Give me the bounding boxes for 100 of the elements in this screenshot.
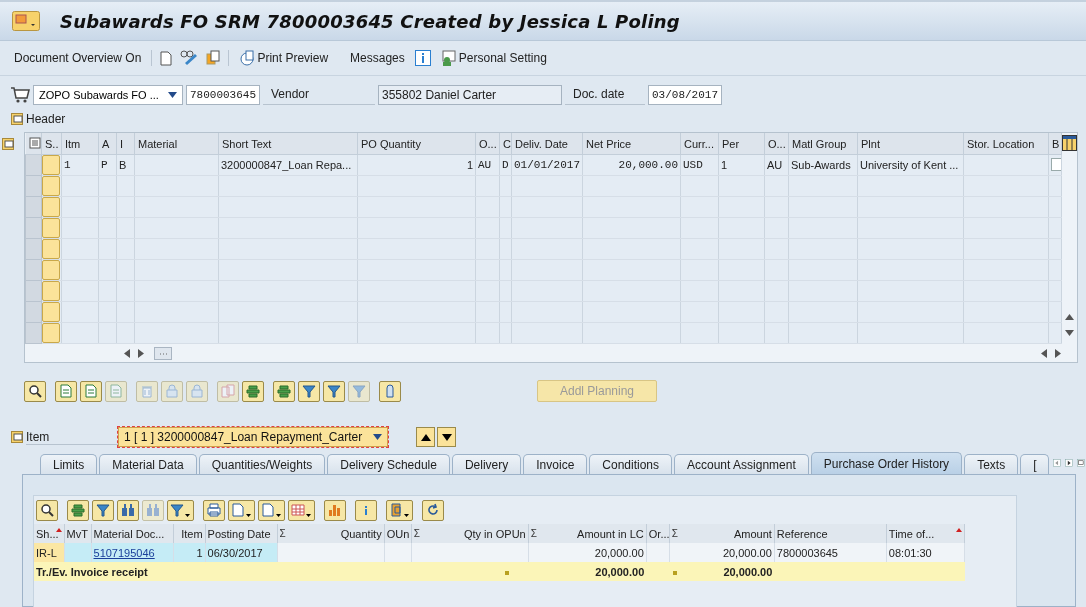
bars-tool-button[interactable] bbox=[242, 380, 264, 402]
print-preview-button[interactable]: Print Preview bbox=[237, 50, 331, 66]
column-header[interactable]: Net Price bbox=[582, 133, 681, 155]
collapse-icon[interactable] bbox=[11, 431, 23, 443]
grid-tool-button[interactable] bbox=[288, 499, 315, 521]
scroll-right-icon[interactable] bbox=[138, 348, 144, 358]
column-header[interactable]: Posting Date bbox=[205, 524, 278, 543]
tab[interactable]: [ bbox=[1020, 454, 1050, 474]
info-tool-button[interactable] bbox=[355, 499, 377, 521]
tab[interactable]: Material Data bbox=[99, 454, 197, 474]
column-header[interactable]: Per bbox=[718, 133, 765, 155]
table-cell: IR-L bbox=[34, 543, 64, 562]
copy-icon[interactable] bbox=[206, 50, 221, 66]
scroll-down-icon[interactable] bbox=[1065, 330, 1074, 336]
lock-icon bbox=[190, 384, 204, 398]
doc-tool-button[interactable] bbox=[258, 499, 285, 521]
doc-tool-button[interactable] bbox=[228, 499, 255, 521]
column-header[interactable]: OUn bbox=[384, 524, 412, 543]
column-header[interactable]: Short Text bbox=[218, 133, 358, 155]
app-menu-icon[interactable] bbox=[12, 11, 40, 31]
column-header[interactable]: Itm bbox=[61, 133, 99, 155]
column-header[interactable]: Reference bbox=[774, 524, 887, 543]
vendor-field[interactable]: 355802 Daniel Carter bbox=[378, 85, 562, 105]
doc-date-field[interactable]: 03/08/2017 bbox=[648, 85, 722, 105]
tab[interactable]: Texts bbox=[964, 454, 1019, 474]
chart-tool-button[interactable] bbox=[324, 499, 346, 521]
column-header[interactable]: PO Quantity bbox=[357, 133, 476, 155]
column-header[interactable]: Sh... bbox=[34, 524, 64, 543]
column-header[interactable]: MvT bbox=[64, 524, 91, 543]
total-amount-lc: 20,000.00 bbox=[528, 562, 647, 581]
tab[interactable]: Account Assignment bbox=[674, 454, 809, 474]
info-icon[interactable] bbox=[414, 50, 431, 66]
column-header[interactable]: Material Doc... bbox=[91, 524, 174, 543]
refresh-icon bbox=[426, 503, 440, 517]
column-header[interactable]: Material bbox=[134, 133, 219, 155]
column-header[interactable]: Plnt bbox=[857, 133, 964, 155]
doc-tool-button[interactable] bbox=[80, 380, 102, 402]
sum-mark: Σ bbox=[279, 528, 286, 539]
binoculars-icon bbox=[146, 503, 160, 517]
column-header[interactable]: S.. bbox=[41, 133, 62, 155]
tab[interactable]: Quantities/Weights bbox=[198, 454, 326, 474]
next-item-button[interactable] bbox=[437, 427, 456, 447]
previous-item-button[interactable] bbox=[416, 427, 435, 447]
scroll-left-icon[interactable] bbox=[1041, 348, 1047, 358]
tab[interactable]: Purchase Order History bbox=[810, 452, 963, 474]
filter-icon bbox=[302, 384, 316, 398]
column-header[interactable]: Curr... bbox=[680, 133, 719, 155]
scroll-thumb-icon[interactable] bbox=[154, 346, 172, 360]
doc-tool-button[interactable] bbox=[55, 380, 77, 402]
sum-mark: Σ bbox=[671, 528, 678, 539]
column-header[interactable]: Σ Qty in OPUn bbox=[411, 524, 529, 543]
expand-icon[interactable] bbox=[11, 113, 23, 125]
column-header[interactable]: Σ Amount bbox=[669, 524, 775, 543]
bars-tool-button[interactable] bbox=[273, 380, 295, 402]
tab-list-icon[interactable] bbox=[1077, 456, 1085, 470]
personal-setting-button[interactable]: Personal Setting bbox=[438, 50, 549, 66]
magnifier-tool-button[interactable] bbox=[24, 380, 46, 402]
binoculars-tool-button[interactable] bbox=[117, 499, 139, 521]
filter-tool-button[interactable] bbox=[167, 499, 194, 521]
print-preview-icon bbox=[239, 50, 256, 66]
tab[interactable]: Delivery bbox=[451, 454, 522, 474]
tab-right-icon[interactable] bbox=[1065, 456, 1074, 470]
messages-button[interactable]: Messages bbox=[348, 51, 407, 65]
material-doc-link[interactable]: 5107195046 bbox=[93, 546, 155, 559]
tab[interactable]: Invoice bbox=[523, 454, 588, 474]
sort-icon bbox=[956, 527, 962, 532]
document-overview-button[interactable]: Document Overview On bbox=[12, 51, 144, 65]
item-dropdown[interactable]: 1 [ 1 ] 3200000847_Loan Repayment_Carter bbox=[118, 427, 388, 447]
column-header[interactable]: O... bbox=[764, 133, 789, 155]
column-header[interactable]: Item bbox=[173, 524, 206, 543]
glasses-pen-icon[interactable] bbox=[180, 50, 199, 66]
order-type-dropdown[interactable]: ZOPO Subawards FO ... bbox=[33, 85, 183, 105]
doc-date-label: Doc. date bbox=[565, 85, 645, 105]
column-layout-icon[interactable] bbox=[1062, 135, 1077, 151]
column-header[interactable]: Matl Group bbox=[788, 133, 858, 155]
print-tool-button[interactable] bbox=[203, 499, 225, 521]
po-number-field[interactable]: 7800003645 bbox=[186, 85, 260, 105]
scroll-right-icon[interactable] bbox=[1055, 348, 1061, 358]
scroll-up-icon[interactable] bbox=[1065, 314, 1074, 320]
column-header[interactable]: Deliv. Date bbox=[511, 133, 583, 155]
filter-tool-button[interactable] bbox=[323, 380, 345, 402]
column-header[interactable]: Time of... bbox=[886, 524, 965, 543]
column-header[interactable]: O... bbox=[475, 133, 500, 155]
checkbox[interactable] bbox=[1051, 157, 1061, 171]
column-header[interactable]: Stor. Location bbox=[963, 133, 1049, 155]
column-header[interactable]: Σ Amount in LC bbox=[528, 524, 647, 543]
bars-tool-button[interactable] bbox=[67, 499, 89, 521]
refresh-tool-button[interactable] bbox=[422, 499, 444, 521]
column-header[interactable]: Σ Quantity bbox=[277, 524, 385, 543]
tab[interactable]: Delivery Schedule bbox=[327, 454, 450, 474]
filter-tool-button[interactable] bbox=[298, 380, 320, 402]
tab[interactable]: Conditions bbox=[589, 454, 672, 474]
tab[interactable]: Limits bbox=[40, 454, 98, 474]
magnifier-tool-button[interactable] bbox=[36, 499, 58, 521]
doc-icon bbox=[231, 503, 245, 517]
page-icon[interactable] bbox=[160, 50, 173, 66]
table-settings-icon[interactable] bbox=[28, 136, 41, 149]
column-header[interactable]: Or... bbox=[646, 524, 670, 543]
scroll-left-icon[interactable] bbox=[124, 348, 130, 358]
filter-tool-button[interactable] bbox=[92, 499, 114, 521]
